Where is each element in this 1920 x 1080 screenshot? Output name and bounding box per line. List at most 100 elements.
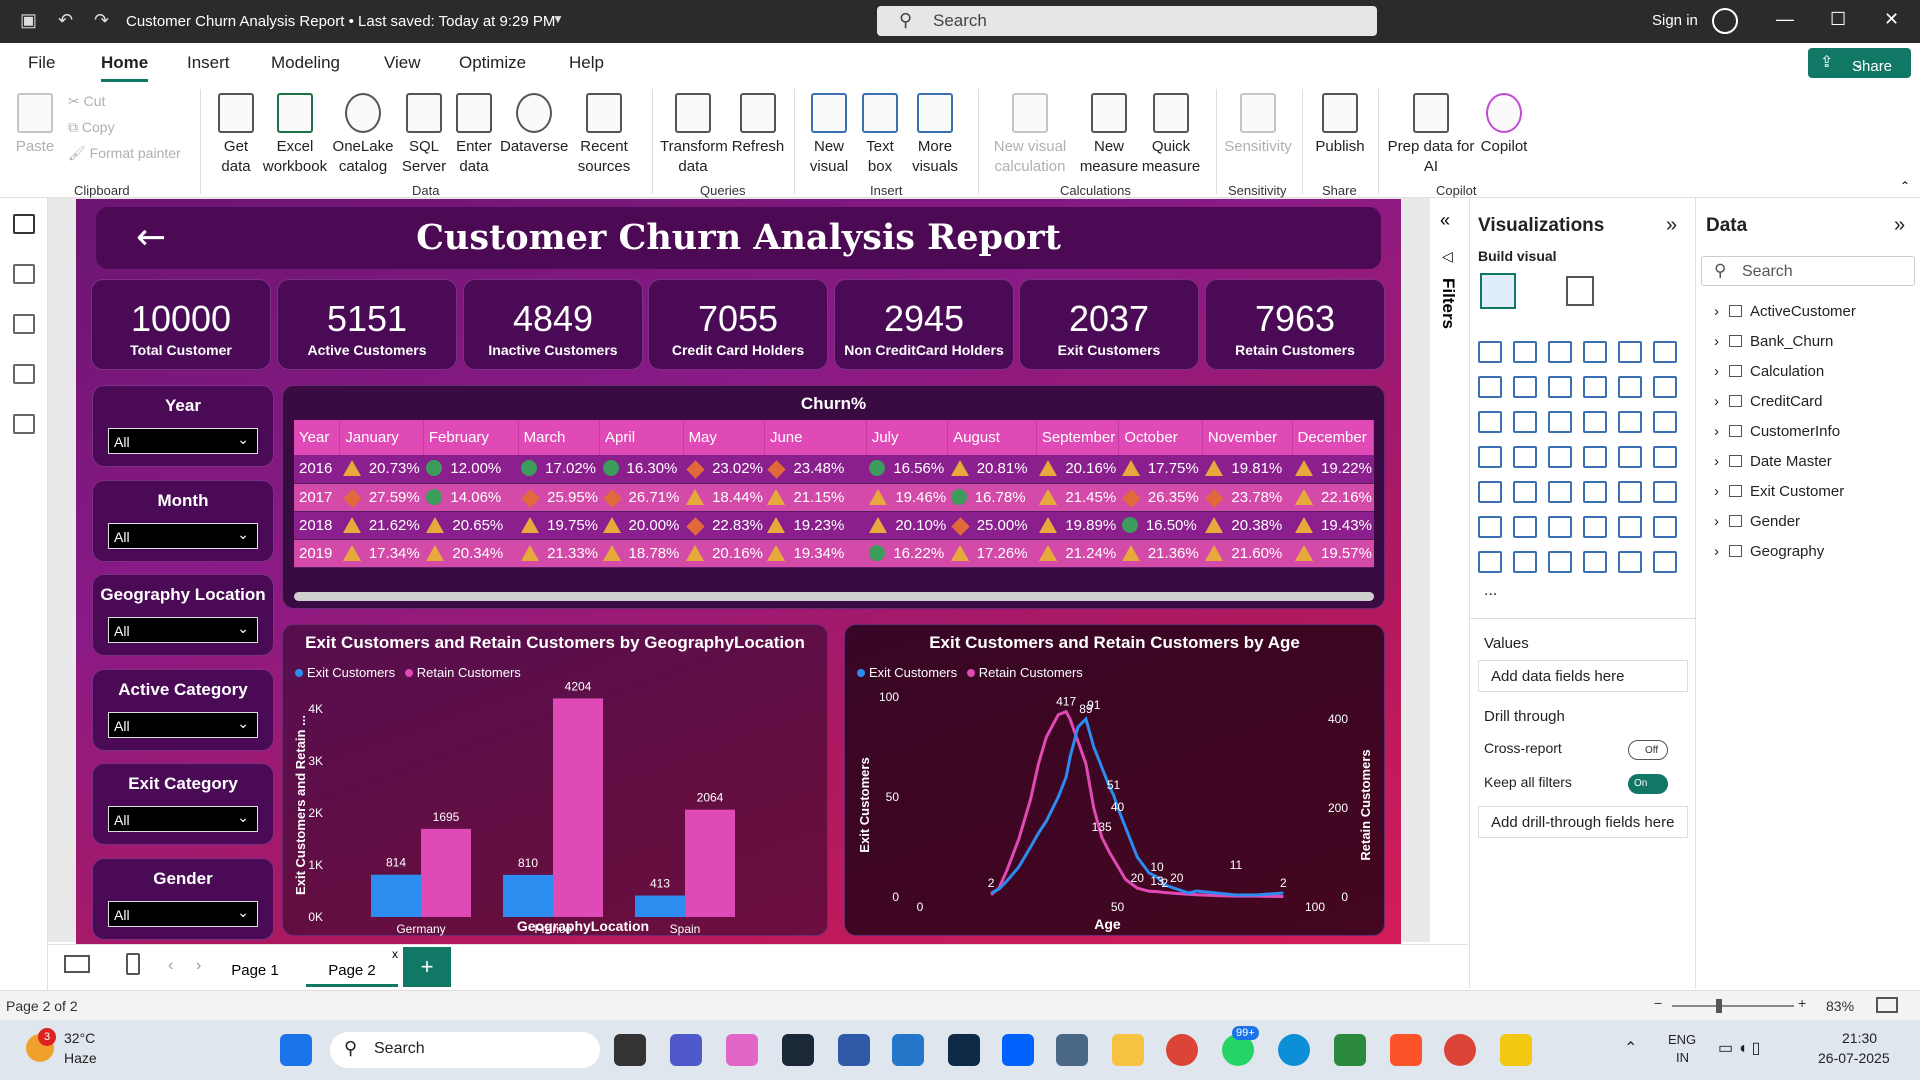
taskbar-search[interactable]: ⚲ Search [330, 1032, 600, 1068]
brave-icon[interactable] [1390, 1034, 1422, 1066]
filters-pane[interactable]: « ◁ Filters [1430, 198, 1470, 988]
menu-view[interactable]: View [384, 53, 421, 73]
100-column-visual-icon[interactable] [1653, 341, 1677, 363]
task-view-icon[interactable] [614, 1034, 646, 1066]
tmdl-view-icon[interactable] [13, 414, 35, 434]
text-box-button[interactable]: Text box [858, 93, 902, 177]
treemap-visual-icon[interactable] [1478, 446, 1502, 468]
map-visual-icon[interactable] [1513, 446, 1537, 468]
funnel-visual-icon[interactable] [1548, 411, 1572, 433]
steam-icon[interactable] [782, 1034, 814, 1066]
metrics-visual-icon[interactable] [1478, 551, 1502, 573]
keep-filters-toggle[interactable]: On [1628, 774, 1668, 794]
chrome-profile-icon[interactable] [1444, 1034, 1476, 1066]
cut-button[interactable]: ✂ Cut [68, 93, 105, 110]
tab-page-1[interactable]: Page 1 [210, 947, 300, 987]
fit-to-page-icon[interactable] [1876, 997, 1898, 1013]
pie-visual-icon[interactable] [1618, 411, 1642, 433]
line-visual-icon[interactable] [1478, 376, 1502, 398]
close-icon[interactable]: ✕ [1884, 9, 1899, 30]
expand-chevron-icon[interactable]: › [1714, 363, 1719, 380]
close-tab-icon[interactable]: x [392, 947, 398, 961]
onelake-catalog-button[interactable]: OneLake catalog [332, 93, 394, 177]
windows-start-icon[interactable] [280, 1034, 312, 1066]
app2-icon[interactable] [1056, 1034, 1088, 1066]
matrix-column-header[interactable]: March [518, 420, 601, 455]
app-icon[interactable] [948, 1034, 980, 1066]
slicer-visual-icon[interactable] [1548, 481, 1572, 503]
store-icon[interactable] [838, 1034, 870, 1066]
collapse-left-icon[interactable]: « [1440, 210, 1450, 231]
stacked-area-visual-icon[interactable] [1548, 376, 1572, 398]
transform-data-button[interactable]: Transform data [660, 93, 728, 177]
matrix-column-header[interactable]: May [683, 420, 765, 455]
cross-report-toggle[interactable]: Off [1628, 740, 1668, 760]
table-visual-icon[interactable] [1583, 481, 1607, 503]
clock-time[interactable]: 21:30 [1842, 1030, 1877, 1046]
area-visual-icon[interactable] [1513, 376, 1537, 398]
data-table-item[interactable]: › Date Master [1714, 453, 1832, 470]
qa-visual-icon[interactable] [1583, 516, 1607, 538]
tray-chevron-up-icon[interactable]: ⌃ [1624, 1038, 1637, 1058]
data-table-item[interactable]: › Exit Customer [1714, 483, 1844, 500]
zoom-slider[interactable] [1672, 1005, 1794, 1007]
vscode-icon[interactable] [892, 1034, 924, 1066]
slicer-dropdown[interactable]: All ⌄ [108, 712, 258, 738]
recent-sources-button[interactable]: Recent sources [570, 93, 638, 177]
sql-server-button[interactable]: SQL Server [400, 93, 448, 177]
stacked-column-visual-icon[interactable] [1513, 341, 1537, 363]
data-table-item[interactable]: › ActiveCustomer [1714, 303, 1856, 320]
dax-query-icon[interactable] [13, 364, 35, 384]
values-drop-zone[interactable]: Add data fields here [1478, 660, 1688, 692]
maximize-icon[interactable]: ☐ [1830, 9, 1846, 30]
data-table-item[interactable]: › Calculation [1714, 363, 1824, 380]
new-visual-button[interactable]: New visual [804, 93, 854, 177]
menu-help[interactable]: Help [569, 53, 604, 73]
line-clustered-visual-icon[interactable] [1653, 376, 1677, 398]
clustered-column-visual-icon[interactable] [1583, 341, 1607, 363]
data-table-item[interactable]: › Gender [1714, 513, 1800, 530]
mobile-layout-icon[interactable] [126, 953, 140, 975]
get-data-button[interactable]: Get data [208, 93, 264, 177]
report-view-icon[interactable] [13, 214, 35, 234]
chrome-icon[interactable] [1166, 1034, 1198, 1066]
account-icon[interactable] [1712, 8, 1738, 34]
format-visual-tab-icon[interactable] [1566, 276, 1594, 306]
gauge-visual-icon[interactable] [1618, 446, 1642, 468]
expand-chevron-icon[interactable]: › [1714, 303, 1719, 320]
power-automate-visual-icon[interactable] [1548, 551, 1572, 573]
expand-chevron-icon[interactable]: › [1714, 333, 1719, 350]
powerpoint-visual-icon[interactable] [1653, 551, 1677, 573]
data-table-item[interactable]: › CreditCard [1714, 393, 1823, 410]
100-bar-visual-icon[interactable] [1618, 341, 1642, 363]
more-visuals-button[interactable]: More visuals [904, 93, 966, 177]
shape-map-visual-icon[interactable] [1583, 551, 1607, 573]
copilot-taskbar-icon[interactable] [726, 1034, 758, 1066]
data-search-input[interactable]: ⚲ Search [1701, 256, 1915, 286]
title-chevron-down-icon[interactable]: ▼ [552, 12, 564, 26]
data-table-item[interactable]: › Bank_Churn [1714, 333, 1833, 350]
expand-icon[interactable]: » [1666, 214, 1677, 237]
matrix-column-header[interactable]: February [423, 420, 519, 455]
zoom-in-icon[interactable]: + [1798, 995, 1806, 1011]
clustered-bar-visual-icon[interactable] [1548, 341, 1572, 363]
expand-chevron-icon[interactable]: › [1714, 513, 1719, 530]
matrix-column-header[interactable]: July [866, 420, 949, 455]
r-visual-visual-icon[interactable] [1653, 481, 1677, 503]
power-apps-visual-icon[interactable] [1513, 551, 1537, 573]
teams-icon[interactable] [670, 1034, 702, 1066]
refresh-button[interactable]: Refresh [730, 93, 786, 157]
matrix-column-header[interactable]: November [1202, 420, 1293, 455]
more-visuals-ellipsis[interactable]: ... [1484, 582, 1497, 600]
matrix-column-header[interactable]: September [1036, 420, 1120, 455]
build-visual-tab-icon[interactable] [1480, 273, 1516, 309]
prep-data-ai-button[interactable]: Prep data for AI [1386, 93, 1476, 177]
powerbi-icon[interactable] [1500, 1034, 1532, 1066]
new-measure-button[interactable]: New measure [1078, 93, 1140, 177]
expand-chevron-icon[interactable]: › [1714, 483, 1719, 500]
filled-map-visual-icon[interactable] [1548, 446, 1572, 468]
undo-icon[interactable]: ↶ [58, 10, 73, 31]
format-painter-button[interactable]: 🖌 Format painter [68, 145, 181, 162]
new-visual-calculation-button[interactable]: New visual calculation [988, 93, 1072, 177]
multi-row-card-visual-icon[interactable] [1478, 481, 1502, 503]
